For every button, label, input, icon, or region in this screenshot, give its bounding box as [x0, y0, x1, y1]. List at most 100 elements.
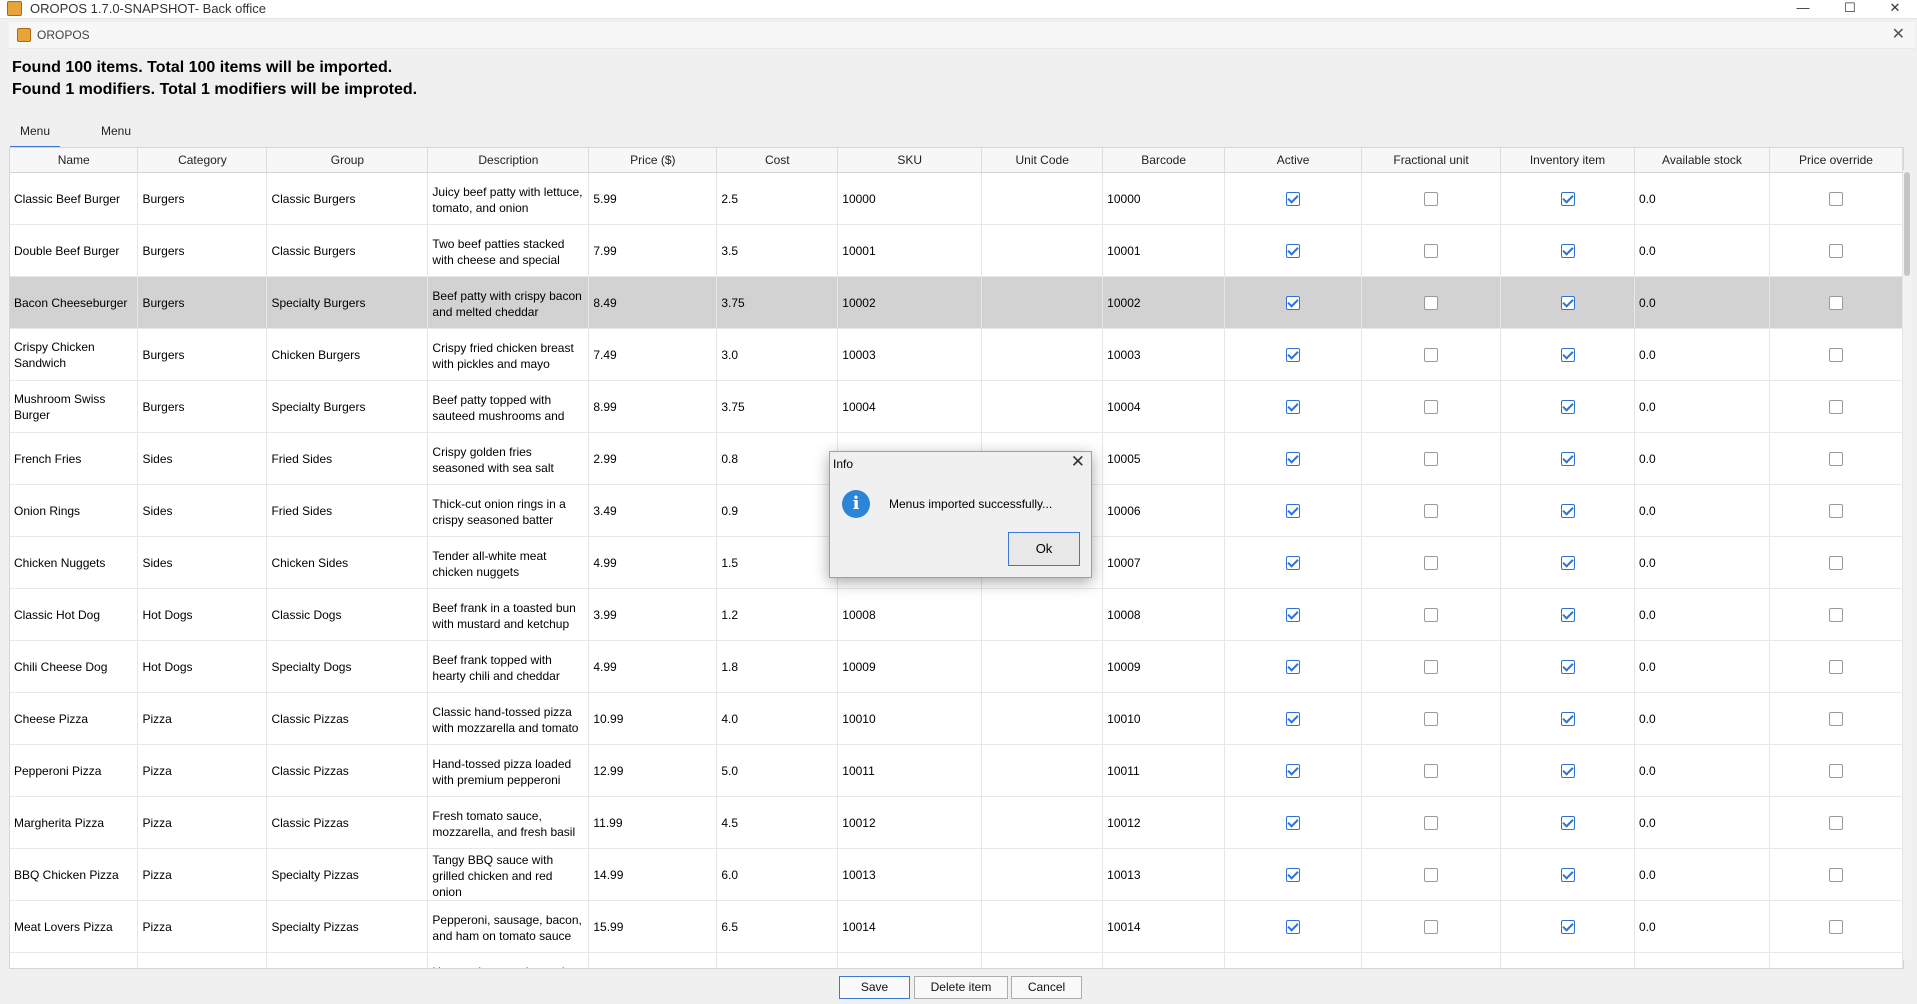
price-override-checkbox[interactable]	[1828, 555, 1843, 570]
cell-available-stock[interactable]: 0.0	[1634, 952, 1770, 968]
active-checkbox[interactable]	[1286, 347, 1301, 362]
maximize-button[interactable]: ☐	[1828, 0, 1872, 18]
cell-group[interactable]: Specialty Pizzas	[266, 900, 429, 953]
cell-sku[interactable]: 10008	[837, 588, 983, 641]
column-header-price[interactable]: Price ($)	[588, 148, 718, 173]
cell-group[interactable]: Fried Sides	[266, 484, 429, 537]
cell-description[interactable]: Fresh tomato sauce, mozzarella, and fres…	[427, 796, 590, 849]
inventory-item-checkbox[interactable]	[1560, 503, 1575, 518]
column-header-sku[interactable]: SKU	[837, 148, 983, 173]
cell-barcode[interactable]: 10014	[1102, 900, 1226, 953]
cell-category[interactable]: Pizza	[137, 952, 268, 968]
price-override-checkbox[interactable]	[1828, 191, 1843, 206]
table-row[interactable]: Classic Beef Burger Burgers Classic Burger…	[10, 172, 1903, 225]
cell-cost[interactable]: 1.5	[716, 536, 839, 589]
price-override-checkbox[interactable]	[1828, 295, 1843, 310]
cell-category[interactable]: Sides	[137, 432, 268, 485]
cell-barcode[interactable]: 10005	[1102, 432, 1226, 485]
inventory-item-checkbox[interactable]	[1560, 399, 1575, 414]
cell-barcode[interactable]: 10010	[1102, 692, 1226, 745]
ok-button[interactable]: Ok	[1008, 532, 1080, 566]
cell-available-stock[interactable]: 0.0	[1634, 848, 1770, 901]
cell-name[interactable]: Onion Rings	[10, 484, 139, 537]
cell-name[interactable]: BBQ Chicken Pizza	[10, 848, 139, 901]
cell-description[interactable]: Beef frank in a toasted bun with mustard…	[427, 588, 590, 641]
cell-barcode[interactable]: 10008	[1102, 588, 1226, 641]
cell-group[interactable]: Specialty Pizzas	[266, 952, 429, 968]
cell-available-stock[interactable]: 0.0	[1634, 796, 1770, 849]
column-header-active[interactable]: Active	[1224, 148, 1363, 173]
cell-cost[interactable]: 3.75	[716, 380, 839, 433]
delete-item-button[interactable]: Delete item	[914, 976, 1008, 999]
fractional-unit-checkbox[interactable]	[1424, 555, 1439, 570]
cell-group[interactable]: Classic Pizzas	[266, 744, 429, 797]
cell-unit-code[interactable]	[981, 796, 1104, 849]
minimize-button[interactable]: —	[1781, 0, 1825, 18]
active-checkbox[interactable]	[1286, 295, 1301, 310]
cell-description[interactable]: Juicy beef patty with lettuce, tomato, a…	[427, 172, 590, 225]
cell-description[interactable]: Thick-cut onion rings in a crispy season…	[427, 484, 590, 537]
cell-name[interactable]: Mushroom Swiss Burger	[10, 380, 139, 433]
cell-name[interactable]: French Fries	[10, 432, 139, 485]
price-override-checkbox[interactable]	[1828, 451, 1843, 466]
cell-price[interactable]: 3.49	[588, 484, 718, 537]
cell-group[interactable]: Classic Pizzas	[266, 796, 429, 849]
inventory-item-checkbox[interactable]	[1560, 295, 1575, 310]
cell-name[interactable]: Bacon Cheeseburger	[10, 276, 139, 329]
cell-category[interactable]: Burgers	[137, 328, 268, 381]
cell-cost[interactable]: 5.0	[716, 744, 839, 797]
fractional-unit-checkbox[interactable]	[1424, 919, 1439, 934]
cell-cost[interactable]: 1.8	[716, 640, 839, 693]
cell-available-stock[interactable]: 0.0	[1634, 276, 1770, 329]
inventory-item-checkbox[interactable]	[1560, 347, 1575, 362]
active-checkbox[interactable]	[1286, 867, 1301, 882]
cell-barcode[interactable]: 10006	[1102, 484, 1226, 537]
cell-name[interactable]: Crispy Chicken Sandwich	[10, 328, 139, 381]
cell-name[interactable]: Meat Lovers Pizza	[10, 900, 139, 953]
cell-barcode[interactable]: 10002	[1102, 276, 1226, 329]
cell-sku[interactable]: 10013	[837, 848, 983, 901]
cell-description[interactable]: Beef patty with crispy bacon and melted …	[427, 276, 590, 329]
cell-description[interactable]: Beef frank topped with hearty chili and …	[427, 640, 590, 693]
cell-price[interactable]: 12.99	[588, 744, 718, 797]
cell-available-stock[interactable]: 0.0	[1634, 744, 1770, 797]
active-checkbox[interactable]	[1286, 503, 1301, 518]
active-checkbox[interactable]	[1286, 243, 1301, 258]
cell-unit-code[interactable]	[981, 744, 1104, 797]
cell-cost[interactable]: 3.75	[716, 276, 839, 329]
cell-unit-code[interactable]	[981, 900, 1104, 953]
price-override-checkbox[interactable]	[1828, 763, 1843, 778]
cell-barcode[interactable]: 10011	[1102, 744, 1226, 797]
table-row[interactable]: Double Beef Burger Burgers Classic Burgers…	[10, 224, 1903, 277]
cell-name[interactable]: Classic Hot Dog	[10, 588, 139, 641]
cell-sku[interactable]: 10001	[837, 224, 983, 277]
fractional-unit-checkbox[interactable]	[1424, 191, 1439, 206]
cell-description[interactable]: Classic hand-tossed pizza with mozzarell…	[427, 692, 590, 745]
cell-description[interactable]: Hand-tossed pizza loaded with premium pe…	[427, 744, 590, 797]
column-header-cost[interactable]: Cost	[716, 148, 839, 173]
cell-barcode[interactable]: 10004	[1102, 380, 1226, 433]
cell-available-stock[interactable]: 0.0	[1634, 588, 1770, 641]
cell-cost[interactable]: 0.8	[716, 432, 839, 485]
cell-barcode[interactable]: 10009	[1102, 640, 1226, 693]
cell-group[interactable]: Classic Pizzas	[266, 692, 429, 745]
cell-name[interactable]: Classic Beef Burger	[10, 172, 139, 225]
cell-barcode[interactable]: 10000	[1102, 172, 1226, 225]
cell-available-stock[interactable]: 0.0	[1634, 692, 1770, 745]
cell-description[interactable]: Beef patty topped with sauteed mushrooms…	[427, 380, 590, 433]
cell-price[interactable]: 15.99	[588, 900, 718, 953]
cell-cost[interactable]: 6.5	[716, 900, 839, 953]
cell-barcode[interactable]: 10003	[1102, 328, 1226, 381]
cancel-button[interactable]: Cancel	[1011, 976, 1082, 999]
cell-unit-code[interactable]	[981, 328, 1104, 381]
column-header-price-override[interactable]: Price override	[1769, 148, 1903, 173]
cell-cost[interactable]: 2.5	[716, 172, 839, 225]
cell-unit-code[interactable]	[981, 588, 1104, 641]
cell-category[interactable]: Hot Dogs	[137, 588, 268, 641]
active-checkbox[interactable]	[1286, 555, 1301, 570]
column-header-group[interactable]: Group	[266, 148, 429, 173]
table-row[interactable]: Chili Cheese Dog Hot Dogs Specialty Dogs Be…	[10, 640, 1903, 693]
active-checkbox[interactable]	[1286, 607, 1301, 622]
cell-available-stock[interactable]: 0.0	[1634, 432, 1770, 485]
price-override-checkbox[interactable]	[1828, 919, 1843, 934]
